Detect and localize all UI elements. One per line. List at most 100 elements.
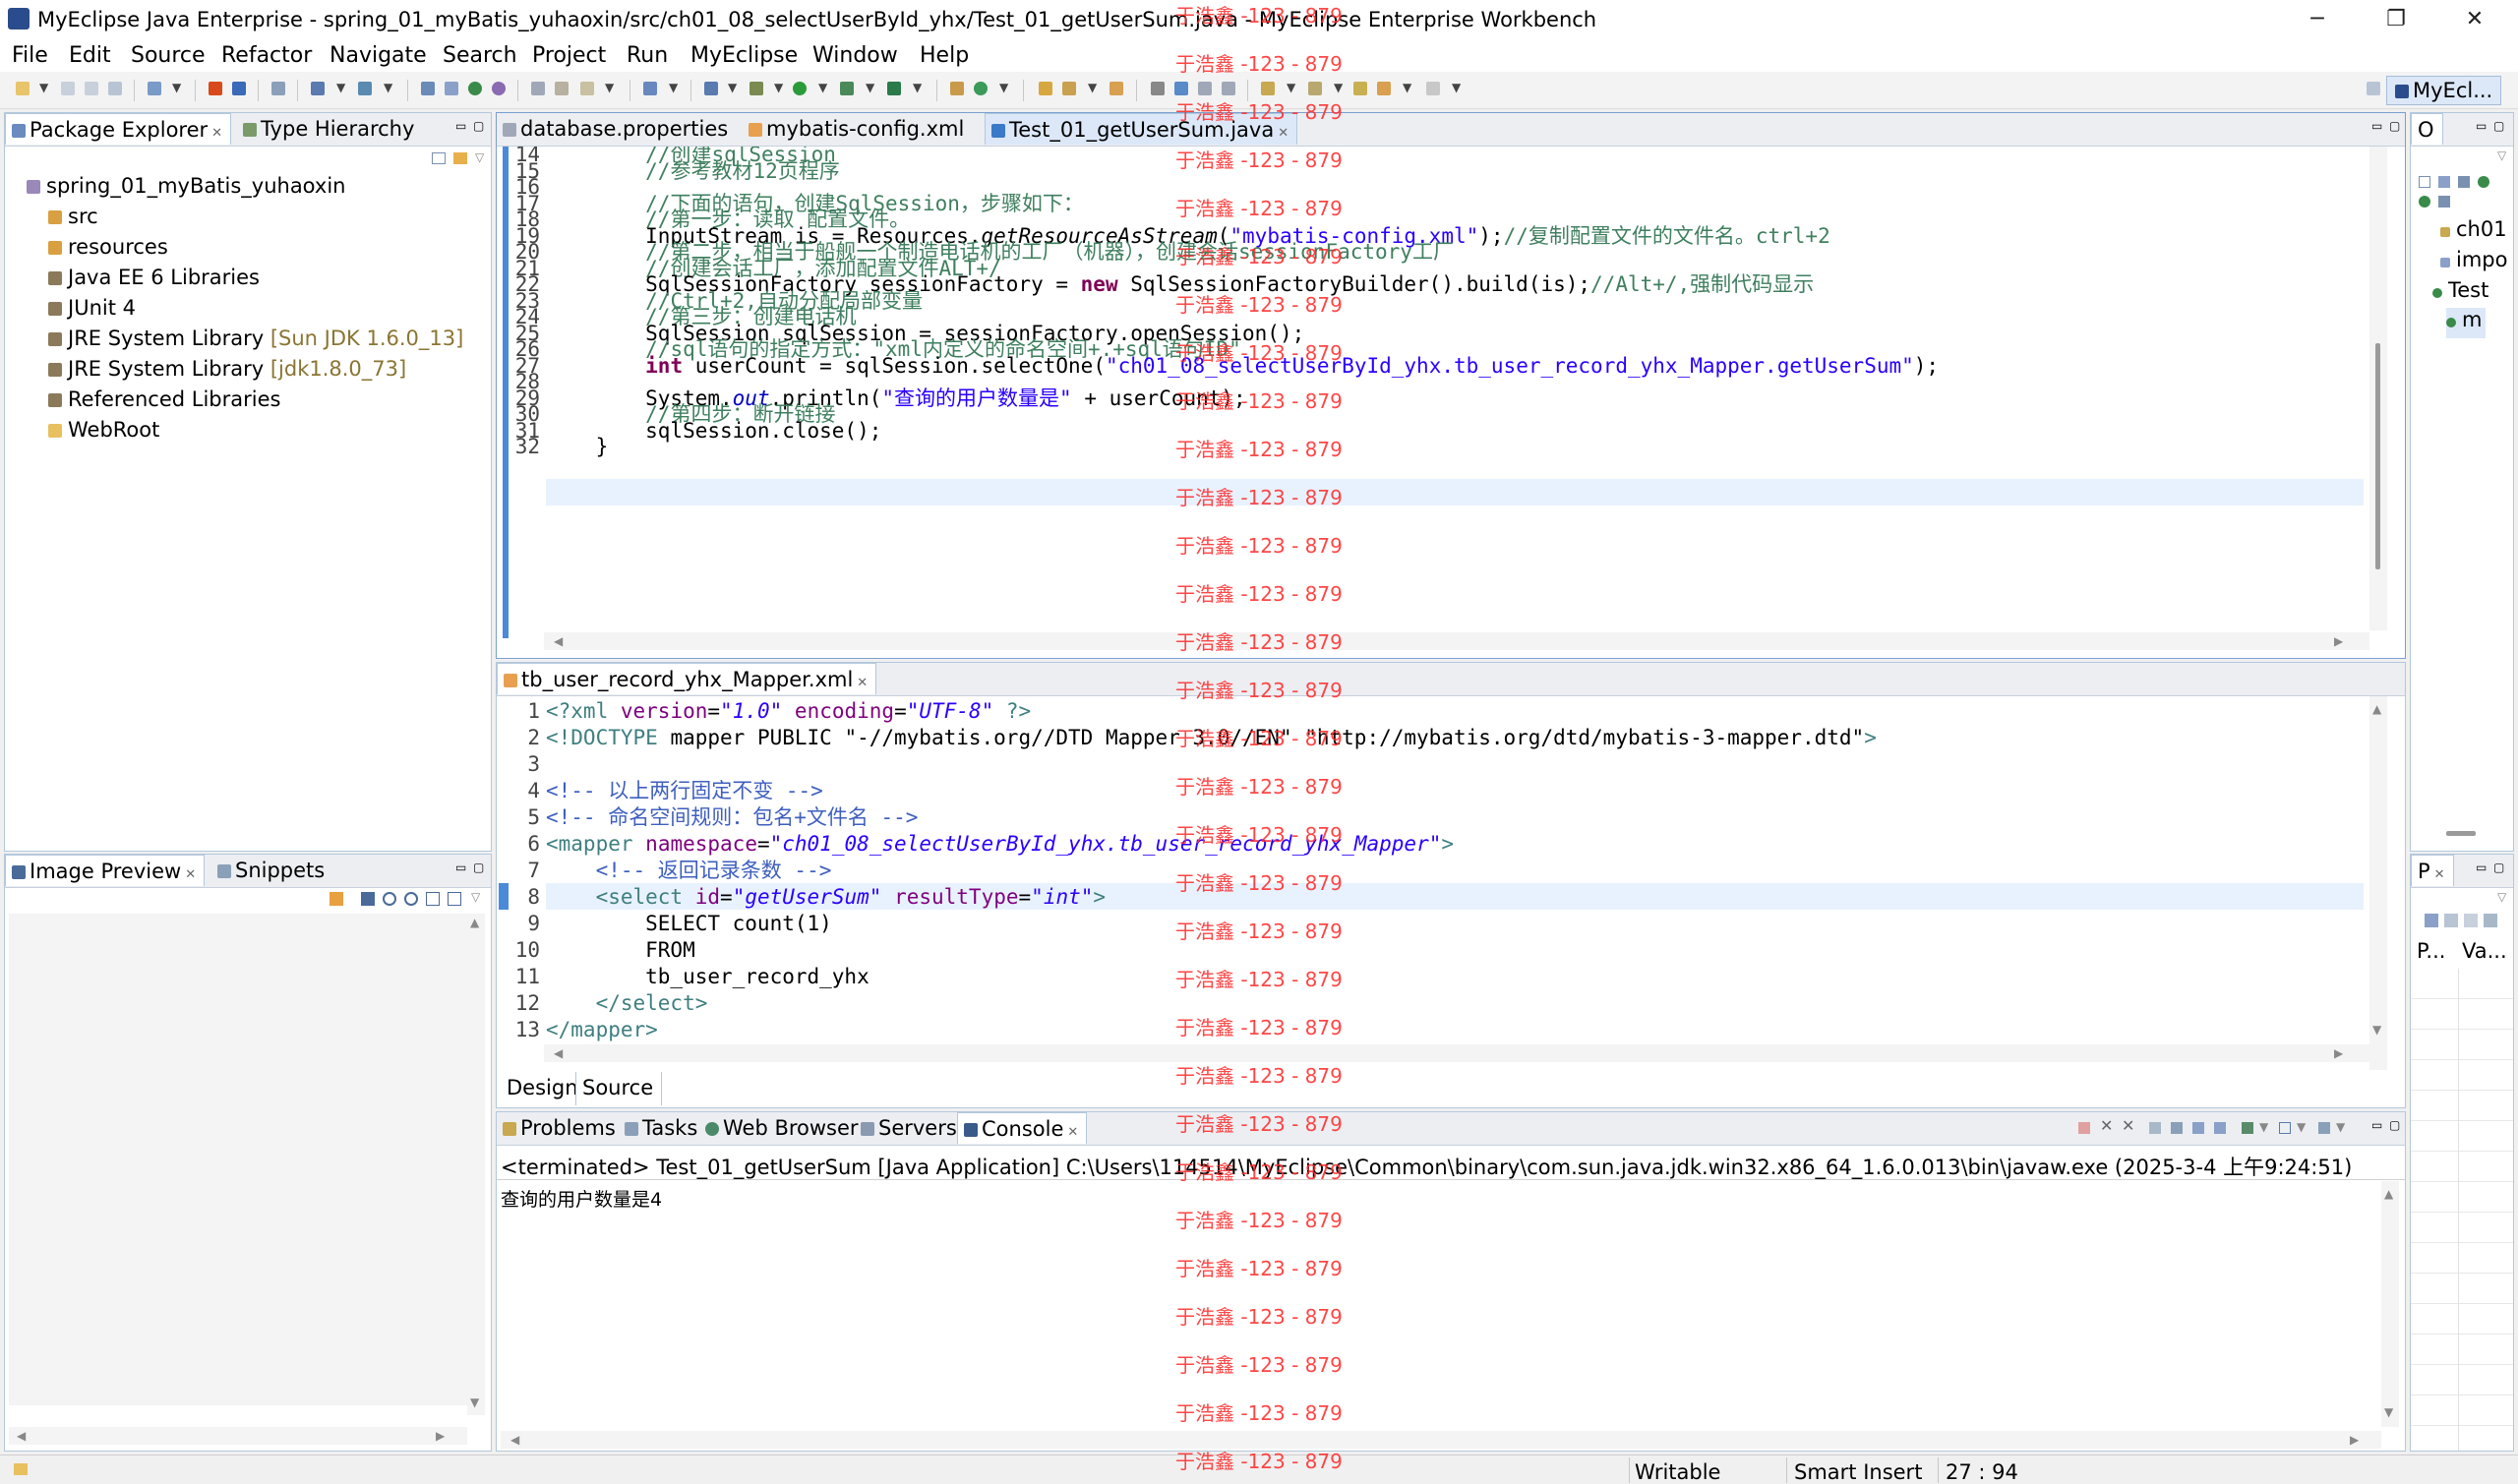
scroll-left-icon[interactable]: ◀ [17, 1429, 26, 1443]
close-icon[interactable]: ✕ [211, 126, 222, 141]
scroll-lock-icon[interactable] [2171, 1122, 2183, 1134]
project-node[interactable]: spring_01_myBatis_yuhaoxin [27, 174, 345, 205]
tab-properties[interactable]: P ✕ [2411, 855, 2454, 886]
zoom-out-icon[interactable] [383, 892, 396, 906]
status-insert-mode[interactable]: Smart Insert [1794, 1460, 1922, 1484]
menu-edit[interactable]: Edit [69, 43, 111, 68]
minimize-view-icon[interactable]: ▭ [2371, 119, 2382, 133]
menu-myeclipse[interactable]: MyEclipse [690, 43, 798, 68]
maximize-view-icon[interactable]: ▢ [2493, 861, 2504, 874]
tree-item-junit[interactable]: JUnit 4 [48, 296, 136, 326]
show-whitespace-icon[interactable] [1222, 82, 1235, 95]
view-menu-icon[interactable]: ▽ [2497, 890, 2506, 904]
minimize-view-icon[interactable]: ▭ [455, 861, 466, 874]
show-on-output-icon[interactable] [2214, 1122, 2226, 1134]
clear-console-icon[interactable] [2149, 1122, 2161, 1134]
open-perspective-icon[interactable] [2367, 82, 2380, 95]
outline-item-method[interactable]: m [2446, 308, 2487, 338]
debug-run-icon[interactable] [704, 82, 718, 95]
minimize-view-icon[interactable]: ▭ [2476, 119, 2487, 133]
dropdown-icon[interactable]: ▼ [866, 81, 874, 94]
scroll-right-icon[interactable]: ▶ [2334, 1046, 2343, 1060]
properties-column-value[interactable]: Va... [2462, 939, 2507, 963]
filter-icon[interactable] [2444, 914, 2458, 927]
remove-all-icon[interactable]: ✕ [2122, 1116, 2134, 1135]
tree-item-jre-2[interactable]: JRE System Library [jdk1.8.0_73] [48, 357, 406, 387]
xml-line[interactable]: 5 <!-- 命名空间规则：包名+文件名 --> [510, 804, 2360, 831]
dropdown-icon[interactable]: ▼ [999, 81, 1008, 94]
outline-item-imports[interactable]: impo [2440, 248, 2507, 278]
perspective-myeclipse[interactable]: MyEcl... [2386, 76, 2502, 105]
coverage-icon[interactable] [840, 82, 854, 95]
tab-source[interactable]: Source [575, 1072, 663, 1105]
xml-line[interactable]: 1 <?xml version="1.0" encoding="UTF-8" ?> [510, 698, 2360, 725]
sort-icon[interactable] [2419, 176, 2430, 188]
link-editor-icon[interactable] [2438, 196, 2450, 208]
save-all-icon[interactable] [85, 82, 98, 95]
menu-refactor[interactable]: Refactor [221, 43, 312, 68]
menu-project[interactable]: Project [532, 43, 606, 68]
browser-icon[interactable] [271, 82, 285, 95]
tab-database-properties[interactable]: database.properties [497, 113, 736, 145]
menu-search[interactable]: Search [443, 43, 517, 68]
scroll-down-icon[interactable]: ▼ [2372, 1023, 2381, 1037]
last-edit-icon[interactable] [1353, 82, 1367, 95]
close-icon[interactable]: ✕ [1278, 126, 1289, 141]
xml-line[interactable]: 13 </mapper> [510, 1017, 2360, 1043]
xml-line[interactable]: 6 <mapper namespace="ch01_08_selectUserBy… [510, 831, 2360, 858]
menu-navigate[interactable]: Navigate [330, 43, 427, 68]
annotation-icon[interactable] [1151, 82, 1165, 95]
run-icon[interactable] [793, 82, 807, 95]
xml-code[interactable]: 1 <?xml version="1.0" encoding="UTF-8" ?>… [510, 698, 2360, 1052]
dropdown-icon[interactable]: ▼ [1334, 81, 1343, 94]
java-project-icon[interactable] [421, 82, 435, 95]
tab-problems[interactable]: Problems [497, 1112, 620, 1144]
dropdown-icon[interactable]: ▼ [1088, 81, 1097, 94]
horizontal-scrollbar[interactable]: ◀ ▶ [544, 632, 2369, 650]
class-icon[interactable] [468, 82, 482, 95]
minimize-view-icon[interactable]: ▭ [2371, 1118, 2382, 1132]
restore-default-icon[interactable] [2484, 914, 2497, 927]
tab-mapper-xml[interactable]: tb_user_record_yhx_Mapper.xml ✕ [497, 663, 877, 694]
next-annotation-icon[interactable] [1261, 82, 1275, 95]
debug-bug-icon[interactable] [749, 82, 763, 95]
back-icon[interactable] [1377, 82, 1391, 95]
outline-item-class[interactable]: Test [2432, 278, 2488, 309]
scroll-left-icon[interactable]: ◀ [554, 634, 563, 648]
menu-run[interactable]: Run [627, 43, 668, 68]
scroll-down-icon[interactable]: ▼ [2384, 1405, 2393, 1419]
tab-image-preview[interactable]: Image Preview ✕ [5, 855, 206, 886]
tree-item-referenced-libs[interactable]: Referenced Libraries [48, 387, 280, 418]
tree-item-jre-1[interactable]: JRE System Library [Sun JDK 1.6.0_13] [48, 326, 463, 357]
code-line[interactable]: 15 //参考教材12页程序 [510, 160, 2360, 181]
dropdown-icon[interactable]: ▼ [39, 81, 48, 94]
word-wrap-icon[interactable] [2192, 1122, 2204, 1134]
hide-fields-icon[interactable] [2438, 176, 2450, 188]
console-output[interactable]: 查询的用户数量是4 [501, 1185, 662, 1212]
close-icon[interactable]: ✕ [1067, 1125, 1078, 1140]
link-editor-icon[interactable] [453, 152, 467, 164]
close-icon[interactable]: ✕ [857, 676, 868, 690]
scroll-left-icon[interactable]: ◀ [554, 1046, 563, 1060]
scroll-right-icon[interactable]: ▶ [2334, 634, 2343, 648]
maximize-view-icon[interactable]: ▢ [2493, 119, 2504, 133]
tab-servers[interactable]: Servers [855, 1112, 961, 1144]
maximize-view-icon[interactable]: ▢ [2389, 1118, 2400, 1132]
view-menu-icon[interactable]: ▽ [475, 150, 484, 164]
scroll-up-icon[interactable]: ▲ [2384, 1187, 2393, 1201]
xml-line[interactable]: 4 <!-- 以上两行固定不变 --> [510, 778, 2360, 804]
xml-line[interactable]: 2 <!DOCTYPE mapper PUBLIC "-//mybatis.org… [510, 725, 2360, 751]
minimize-view-icon[interactable]: ▭ [2476, 861, 2487, 874]
scroll-right-icon[interactable]: ▶ [436, 1429, 445, 1443]
tree-item-src[interactable]: src [48, 205, 98, 235]
ejb-icon[interactable] [555, 82, 569, 95]
zoom-in-icon[interactable] [404, 892, 418, 906]
menu-source[interactable]: Source [131, 43, 206, 68]
dropdown-icon[interactable]: ▼ [774, 81, 783, 94]
web-project-icon[interactable] [531, 82, 545, 95]
outline-scroll-thumb[interactable] [2446, 831, 2476, 836]
xml-line[interactable]: 7 <!-- 返回记录条数 --> [510, 858, 2360, 884]
vertical-scrollbar[interactable]: ▲ ▼ [467, 914, 485, 1415]
hide-local-types-icon[interactable] [2419, 196, 2430, 208]
tree-item-resources[interactable]: resources [48, 235, 168, 266]
